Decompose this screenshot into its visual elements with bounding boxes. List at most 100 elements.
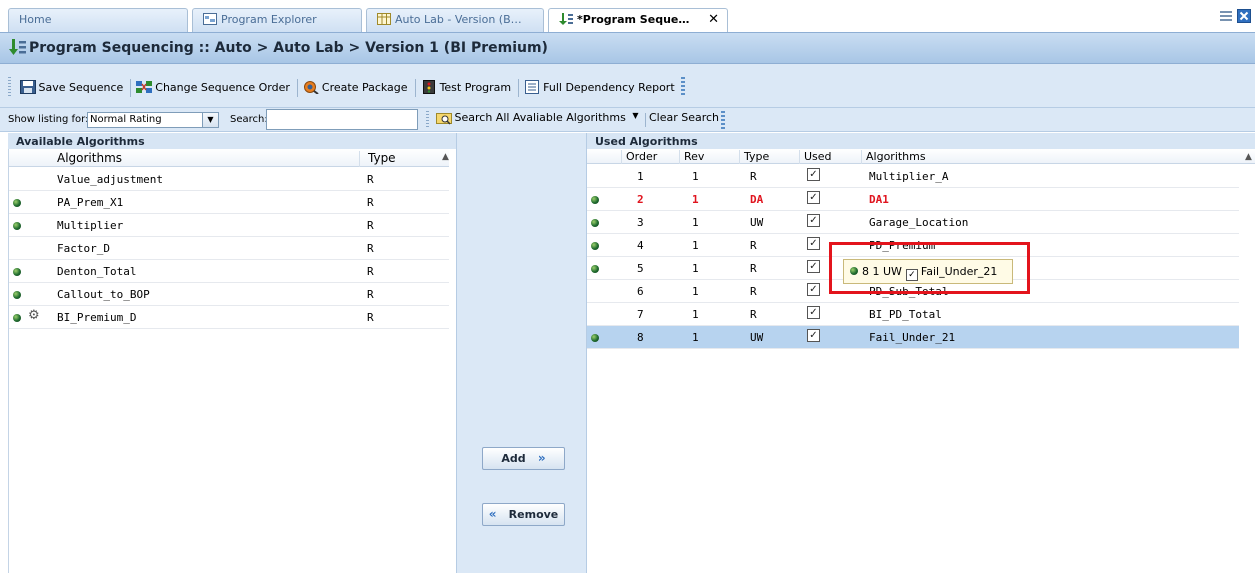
list-menu-icon[interactable] bbox=[1219, 9, 1233, 23]
algorithm-name: Value_adjustment bbox=[57, 173, 163, 186]
rev-cell: 1 bbox=[692, 193, 699, 206]
used-checkbox[interactable]: ✓ bbox=[807, 191, 820, 204]
page-title: Program Sequencing :: Auto > Auto Lab > … bbox=[29, 40, 548, 56]
column-header-algorithms[interactable]: Algorithms bbox=[57, 151, 122, 165]
used-algorithm-row[interactable]: 8 1 UW ✓ Fail_Under_21 bbox=[587, 326, 1239, 349]
toolbar-grip[interactable] bbox=[8, 77, 11, 97]
algorithm-cell: Garage_Location bbox=[869, 216, 969, 229]
tab-program-explorer[interactable]: Program Explorer bbox=[192, 8, 362, 32]
algorithm-type: R bbox=[367, 311, 374, 324]
algorithm-type: R bbox=[367, 173, 374, 186]
algorithm-type: R bbox=[367, 196, 374, 209]
used-checkbox[interactable]: ✓ bbox=[807, 168, 820, 181]
test-icon bbox=[421, 80, 437, 94]
column-header-used[interactable]: Used bbox=[799, 150, 854, 164]
rev-cell: 1 bbox=[692, 331, 699, 344]
algorithm-cell: BI_PD_Total bbox=[869, 308, 942, 321]
algorithm-name: Denton_Total bbox=[57, 265, 137, 278]
used-algorithms-header: Used Algorithms bbox=[587, 133, 1255, 149]
used-checkbox[interactable]: ✓ bbox=[807, 329, 820, 342]
algorithm-name: Multiplier bbox=[57, 219, 124, 232]
algorithm-cell: DA1 bbox=[869, 193, 889, 206]
column-header-algorithms[interactable]: Algorithms bbox=[861, 150, 1231, 164]
toolbar-overflow-grip[interactable] bbox=[680, 77, 685, 97]
rev-cell: 1 bbox=[692, 239, 699, 252]
used-checkbox[interactable]: ✓ bbox=[807, 237, 820, 250]
used-algorithms-grid: Order Rev Type Used Algorithms ▲ 1 1 R ✓ Mul… bbox=[587, 149, 1255, 573]
used-algorithm-row[interactable]: 1 1 R ✓ Multiplier_A bbox=[587, 165, 1239, 188]
status-dot-icon bbox=[13, 268, 21, 276]
status-dot-icon bbox=[591, 242, 599, 250]
type-cell: R bbox=[750, 239, 757, 252]
add-button[interactable]: Add » bbox=[482, 447, 565, 470]
rev-cell: 1 bbox=[692, 285, 699, 298]
used-checkbox[interactable]: ✓ bbox=[807, 214, 820, 227]
dependency-icon: ⚙ bbox=[28, 308, 40, 323]
toolbar-separator bbox=[518, 79, 520, 97]
full-dependency-report-label: Full Dependency Report bbox=[543, 81, 675, 94]
chevron-down-icon[interactable]: ▼ bbox=[632, 111, 638, 120]
scroll-up-icon[interactable]: ▲ bbox=[1241, 152, 1252, 166]
column-header-type[interactable]: Type bbox=[359, 151, 437, 167]
chevron-down-icon[interactable]: ▼ bbox=[202, 113, 218, 127]
tab-home[interactable]: Home bbox=[8, 8, 188, 32]
scroll-up-icon[interactable]: ▲ bbox=[442, 152, 449, 162]
tab-program-sequencing[interactable]: *Program Seque… ✕ bbox=[548, 8, 728, 32]
available-algorithms-grid: Algorithms Type ▲ Value_adjustment R PA_Pr… bbox=[8, 149, 456, 573]
column-header-rev[interactable]: Rev bbox=[679, 150, 734, 164]
status-dot-icon bbox=[591, 265, 599, 273]
chevron-right-icon: » bbox=[529, 451, 546, 465]
save-sequence-label: Save Sequence bbox=[38, 81, 124, 94]
full-dependency-report-button[interactable]: Full Dependency Report bbox=[522, 77, 679, 97]
search-all-button[interactable]: Search All Avaliable Algorithms ▼ bbox=[433, 111, 642, 125]
used-algorithm-row[interactable]: 7 1 R ✓ BI_PD_Total bbox=[587, 303, 1239, 326]
table-icon bbox=[377, 13, 391, 25]
available-algorithm-row[interactable]: Denton_Total R bbox=[9, 260, 449, 283]
remove-button[interactable]: « Remove bbox=[482, 503, 565, 526]
used-checkbox[interactable]: ✓ bbox=[807, 306, 820, 319]
test-program-button[interactable]: Test Program bbox=[419, 77, 516, 97]
algorithm-name: Callout_to_BOP bbox=[57, 288, 150, 301]
save-sequence-button[interactable]: Save Sequence bbox=[18, 77, 128, 97]
used-checkbox[interactable]: ✓ bbox=[807, 260, 820, 273]
create-package-button[interactable]: Create Package bbox=[301, 77, 412, 97]
available-algorithm-row[interactable]: PA_Prem_X1 R bbox=[9, 191, 449, 214]
type-cell: R bbox=[750, 170, 757, 183]
used-checkbox[interactable]: ✓ bbox=[807, 283, 820, 296]
search-label: Search: bbox=[230, 114, 268, 125]
search-input[interactable] bbox=[266, 109, 418, 130]
available-algorithm-row[interactable]: ⚙ BI_Premium_D R bbox=[9, 306, 449, 329]
available-algorithm-row[interactable]: Factor_D R bbox=[9, 237, 449, 260]
change-sequence-order-button[interactable]: Change Sequence Order bbox=[134, 77, 294, 97]
close-all-icon[interactable] bbox=[1237, 9, 1251, 23]
search-separator bbox=[644, 113, 646, 127]
used-algorithm-row[interactable]: 3 1 UW ✓ Garage_Location bbox=[587, 211, 1239, 234]
listing-select-value: Normal Rating bbox=[90, 114, 162, 125]
annotation-highlight-box bbox=[829, 242, 1030, 294]
close-icon[interactable]: ✕ bbox=[708, 12, 719, 27]
available-algorithm-row[interactable]: Multiplier R bbox=[9, 214, 449, 237]
column-header-order[interactable]: Order bbox=[621, 150, 676, 164]
available-algorithm-row[interactable]: Callout_to_BOP R bbox=[9, 283, 449, 306]
algorithm-type: R bbox=[367, 265, 374, 278]
tab-auto-lab[interactable]: Auto Lab - Version (B… bbox=[366, 8, 544, 32]
type-cell: R bbox=[750, 285, 757, 298]
algorithm-type: R bbox=[367, 288, 374, 301]
rev-cell: 1 bbox=[692, 170, 699, 183]
algorithm-type: R bbox=[367, 242, 374, 255]
sequence-icon bbox=[8, 39, 26, 55]
used-algorithm-row[interactable]: 2 1 DA ✓ DA1 bbox=[587, 188, 1239, 211]
available-algorithm-row[interactable]: Value_adjustment R bbox=[9, 168, 449, 191]
save-icon bbox=[19, 80, 36, 94]
test-program-label: Test Program bbox=[439, 81, 512, 94]
remove-button-label: Remove bbox=[508, 508, 559, 521]
algorithm-type: R bbox=[367, 219, 374, 232]
clear-search-button[interactable]: Clear Search bbox=[649, 111, 719, 124]
reorder-icon bbox=[136, 80, 153, 94]
search-overflow-grip[interactable] bbox=[721, 111, 726, 129]
change-sequence-order-label: Change Sequence Order bbox=[155, 81, 290, 94]
listing-select[interactable]: Normal Rating ▼ bbox=[87, 112, 219, 128]
order-cell: 2 bbox=[637, 193, 644, 206]
status-dot-icon bbox=[13, 222, 21, 230]
column-header-type[interactable]: Type bbox=[739, 150, 794, 164]
